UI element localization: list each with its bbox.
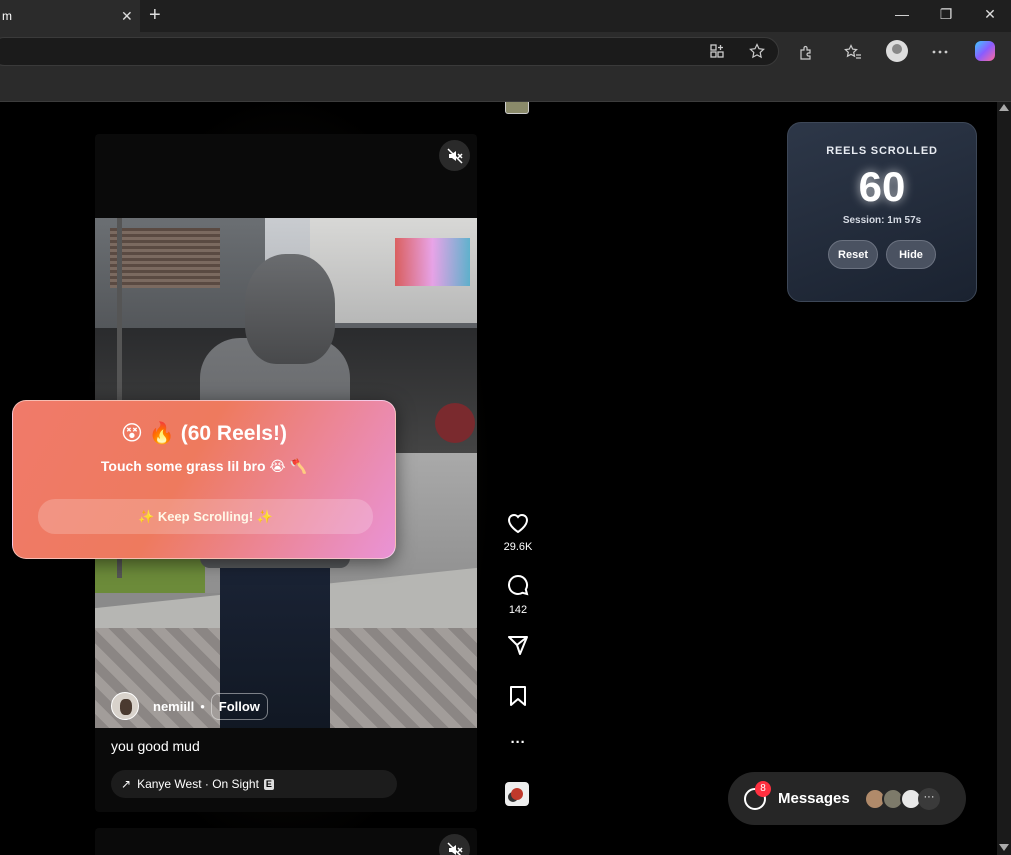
comment-icon[interactable] <box>506 573 530 597</box>
next-reel-card[interactable] <box>95 828 477 855</box>
next-mute-button[interactable] <box>439 834 470 855</box>
tab-close-icon[interactable]: ✕ <box>121 8 133 25</box>
tab-title: m <box>2 9 12 23</box>
send-icon[interactable] <box>506 634 530 656</box>
keep-scrolling-button[interactable]: ✨ Keep Scrolling! ✨ <box>38 499 373 534</box>
scroll-thumb[interactable] <box>1000 118 1008 838</box>
author-name[interactable]: nemiill <box>153 699 194 714</box>
audio-thumbnail[interactable] <box>505 782 529 806</box>
counter-label: REELS SCROLLED <box>826 145 938 157</box>
messages-pill[interactable]: 8 Messages ··· <box>728 772 966 825</box>
restore-button[interactable]: ❐ <box>936 6 956 23</box>
like-action[interactable]: 29.6K <box>500 512 536 553</box>
audio-title: Kanye West · On Sight <box>137 777 259 791</box>
explicit-badge: E <box>263 778 274 790</box>
favorite-star-icon[interactable] <box>749 43 765 59</box>
bookmarks-bar <box>0 72 1011 102</box>
heart-icon[interactable] <box>506 512 530 534</box>
more-options-icon[interactable]: ··· <box>500 734 536 751</box>
page-scrollbar[interactable] <box>997 102 1011 855</box>
favorites-icon[interactable] <box>844 44 862 60</box>
extensions-icon[interactable] <box>798 44 814 60</box>
session-time: Session: 1m 57s <box>842 215 922 226</box>
hide-button[interactable]: Hide <box>886 240 936 269</box>
reset-button[interactable]: Reset <box>828 240 878 269</box>
audio-disc-icon <box>511 788 523 800</box>
new-tab-button[interactable]: + <box>149 4 161 27</box>
share-action[interactable] <box>500 634 536 661</box>
speaker-muted-icon <box>446 841 463 855</box>
instagram-reels-page: nemiill • Follow you good mud ↗ Kanye We… <box>0 102 997 855</box>
milestone-popup: 😵 🔥 (60 Reels!) Touch some grass lil bro… <box>12 400 396 559</box>
video-banner <box>395 238 470 286</box>
previous-audio-thumbnail[interactable] <box>505 102 529 114</box>
comment-action[interactable]: 142 <box>500 573 536 616</box>
close-window-button[interactable]: ✕ <box>980 6 1000 23</box>
speaker-muted-icon <box>446 147 463 164</box>
counter-value: 60 <box>858 163 906 210</box>
messages-label: Messages <box>778 790 850 807</box>
address-bar[interactable] <box>0 37 779 66</box>
comment-count: 142 <box>508 604 528 616</box>
video-person-hood <box>245 254 335 364</box>
author-row: nemiill • Follow <box>111 690 268 722</box>
mute-button[interactable] <box>439 140 470 171</box>
like-count: 29.6K <box>503 541 533 553</box>
follow-button[interactable]: Follow <box>210 692 268 720</box>
video-grass <box>95 558 205 593</box>
unread-badge: 8 <box>755 781 771 797</box>
app-available-icon[interactable] <box>709 43 725 59</box>
scroll-down-arrow-icon[interactable] <box>999 844 1009 851</box>
bookmark-icon[interactable] <box>508 685 528 707</box>
more-avatars-icon: ··· <box>918 788 940 810</box>
message-avatars: ··· <box>864 788 940 810</box>
save-action[interactable] <box>500 685 536 712</box>
counter-buttons: Reset Hide <box>788 240 976 269</box>
audio-link[interactable]: ↗ Kanye West · On Sight E <box>111 770 397 798</box>
video-shutter <box>110 228 220 288</box>
settings-more-icon[interactable] <box>932 50 948 54</box>
reels-counter-widget: REELS SCROLLED 60 Session: 1m 57s Reset … <box>787 122 977 302</box>
browser-titlebar: m ✕ + — ❐ ✕ <box>0 0 1011 32</box>
browser-tab[interactable]: m ✕ <box>0 0 141 32</box>
author-separator: • <box>200 698 205 714</box>
video-motorbike <box>435 403 475 443</box>
reel-caption: you good mud <box>111 738 200 754</box>
copilot-icon[interactable] <box>975 41 995 61</box>
popup-subtitle: Touch some grass lil bro 😭 🪓 <box>100 458 308 474</box>
profile-avatar[interactable] <box>886 40 908 62</box>
reel-actions: 29.6K 142 ··· <box>500 102 536 855</box>
audio-arrow-icon: ↗ <box>121 777 132 791</box>
author-avatar[interactable] <box>111 692 139 720</box>
popup-title: 😵 🔥 (60 Reels!) <box>121 422 287 445</box>
minimize-button[interactable]: — <box>892 6 912 22</box>
scroll-up-arrow-icon[interactable] <box>999 104 1009 111</box>
browser-toolbar <box>0 32 1011 72</box>
